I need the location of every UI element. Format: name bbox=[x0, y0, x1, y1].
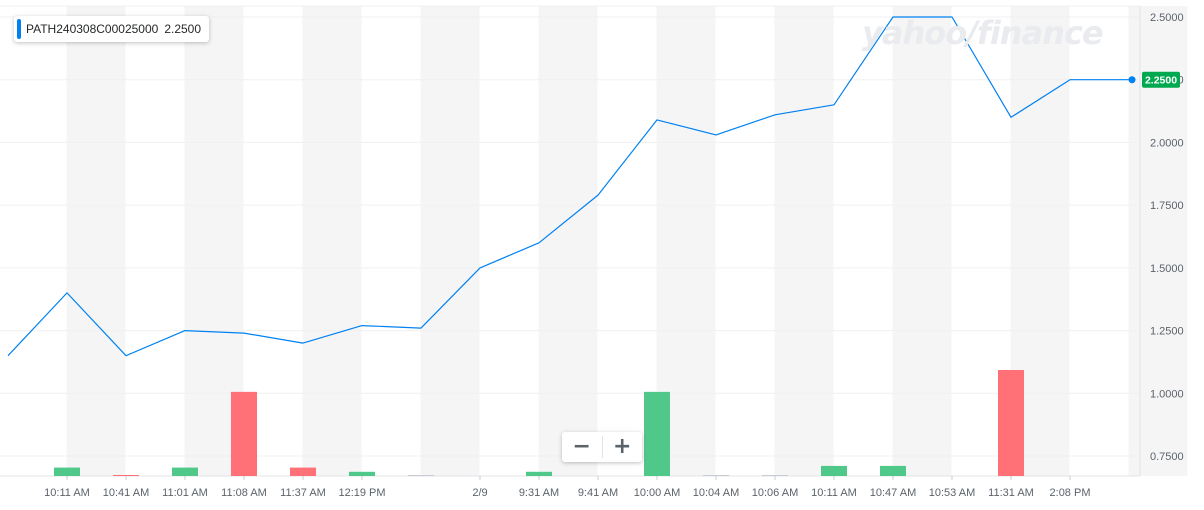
volume-bar bbox=[644, 391, 670, 476]
volume-bar bbox=[54, 467, 80, 476]
x-tick-label: 10:04 AM bbox=[693, 487, 739, 499]
volume-bar bbox=[172, 467, 198, 476]
x-tick-label: 11:08 AM bbox=[221, 487, 267, 499]
x-tick-label: 10:41 AM bbox=[103, 487, 149, 499]
time-band bbox=[420, 6, 480, 476]
x-tick-label: 12:19 PM bbox=[338, 487, 385, 499]
x-tick-label: 10:06 AM bbox=[752, 487, 798, 499]
volume-bar bbox=[762, 475, 788, 476]
x-tick-label: 9:41 AM bbox=[578, 487, 618, 499]
volume-bar bbox=[703, 475, 729, 476]
x-tick-label: 2:08 PM bbox=[1050, 487, 1091, 499]
x-tick-label: 2/9 bbox=[472, 487, 487, 499]
yahoo-finance-logo: yahoo/finance bbox=[862, 14, 1104, 52]
x-tick-label: 11:31 AM bbox=[988, 487, 1034, 499]
last-price-dot bbox=[1128, 76, 1136, 84]
x-tick-label: 10:00 AM bbox=[634, 487, 680, 499]
x-tick-label: 10:47 AM bbox=[870, 487, 916, 499]
x-tick-label: 10:11 AM bbox=[811, 487, 857, 499]
volume-bar bbox=[880, 465, 906, 476]
volume-bar bbox=[113, 475, 139, 476]
y-tick-label: 1.5000 bbox=[1150, 263, 1184, 275]
legend-symbol: PATH240308C00025000 bbox=[26, 22, 159, 36]
time-band bbox=[892, 6, 952, 476]
volume-bar bbox=[526, 471, 552, 476]
x-tick-label: 10:53 AM bbox=[929, 487, 975, 499]
time-band bbox=[302, 6, 362, 476]
volume-bar bbox=[290, 467, 316, 476]
time-band bbox=[538, 6, 598, 476]
x-tick-label: 11:37 AM bbox=[280, 487, 326, 499]
last-price-label: 2.2500 bbox=[1145, 75, 1177, 87]
legend-value: 2.2500 bbox=[164, 22, 202, 36]
volume-bar bbox=[998, 370, 1024, 476]
time-band bbox=[774, 6, 834, 476]
y-tick-label: 2.5000 bbox=[1150, 12, 1184, 24]
volume-bar bbox=[821, 465, 847, 476]
zoom-in-button[interactable]: + bbox=[603, 432, 643, 462]
x-tick-label: 10:11 AM bbox=[44, 487, 90, 499]
volume-bar bbox=[231, 391, 257, 476]
volume-bar bbox=[349, 471, 375, 476]
time-band bbox=[66, 6, 126, 476]
y-tick-label: 1.2500 bbox=[1150, 326, 1184, 338]
y-tick-label: 1.7500 bbox=[1150, 200, 1184, 212]
y-tick-label: 1.0000 bbox=[1150, 388, 1184, 400]
y-tick-label: 2.0000 bbox=[1150, 137, 1184, 149]
x-tick-label: 11:01 AM bbox=[162, 487, 208, 499]
zoom-out-button[interactable]: − bbox=[562, 432, 602, 462]
x-tick-label: 9:31 AM bbox=[519, 487, 559, 499]
y-tick-label: 0.7500 bbox=[1150, 451, 1184, 463]
series-color-swatch bbox=[17, 19, 21, 39]
legend: PATH240308C00025000 2.2500 bbox=[14, 16, 210, 42]
volume-bar bbox=[408, 475, 434, 476]
zoom-controls: − + bbox=[562, 432, 642, 462]
